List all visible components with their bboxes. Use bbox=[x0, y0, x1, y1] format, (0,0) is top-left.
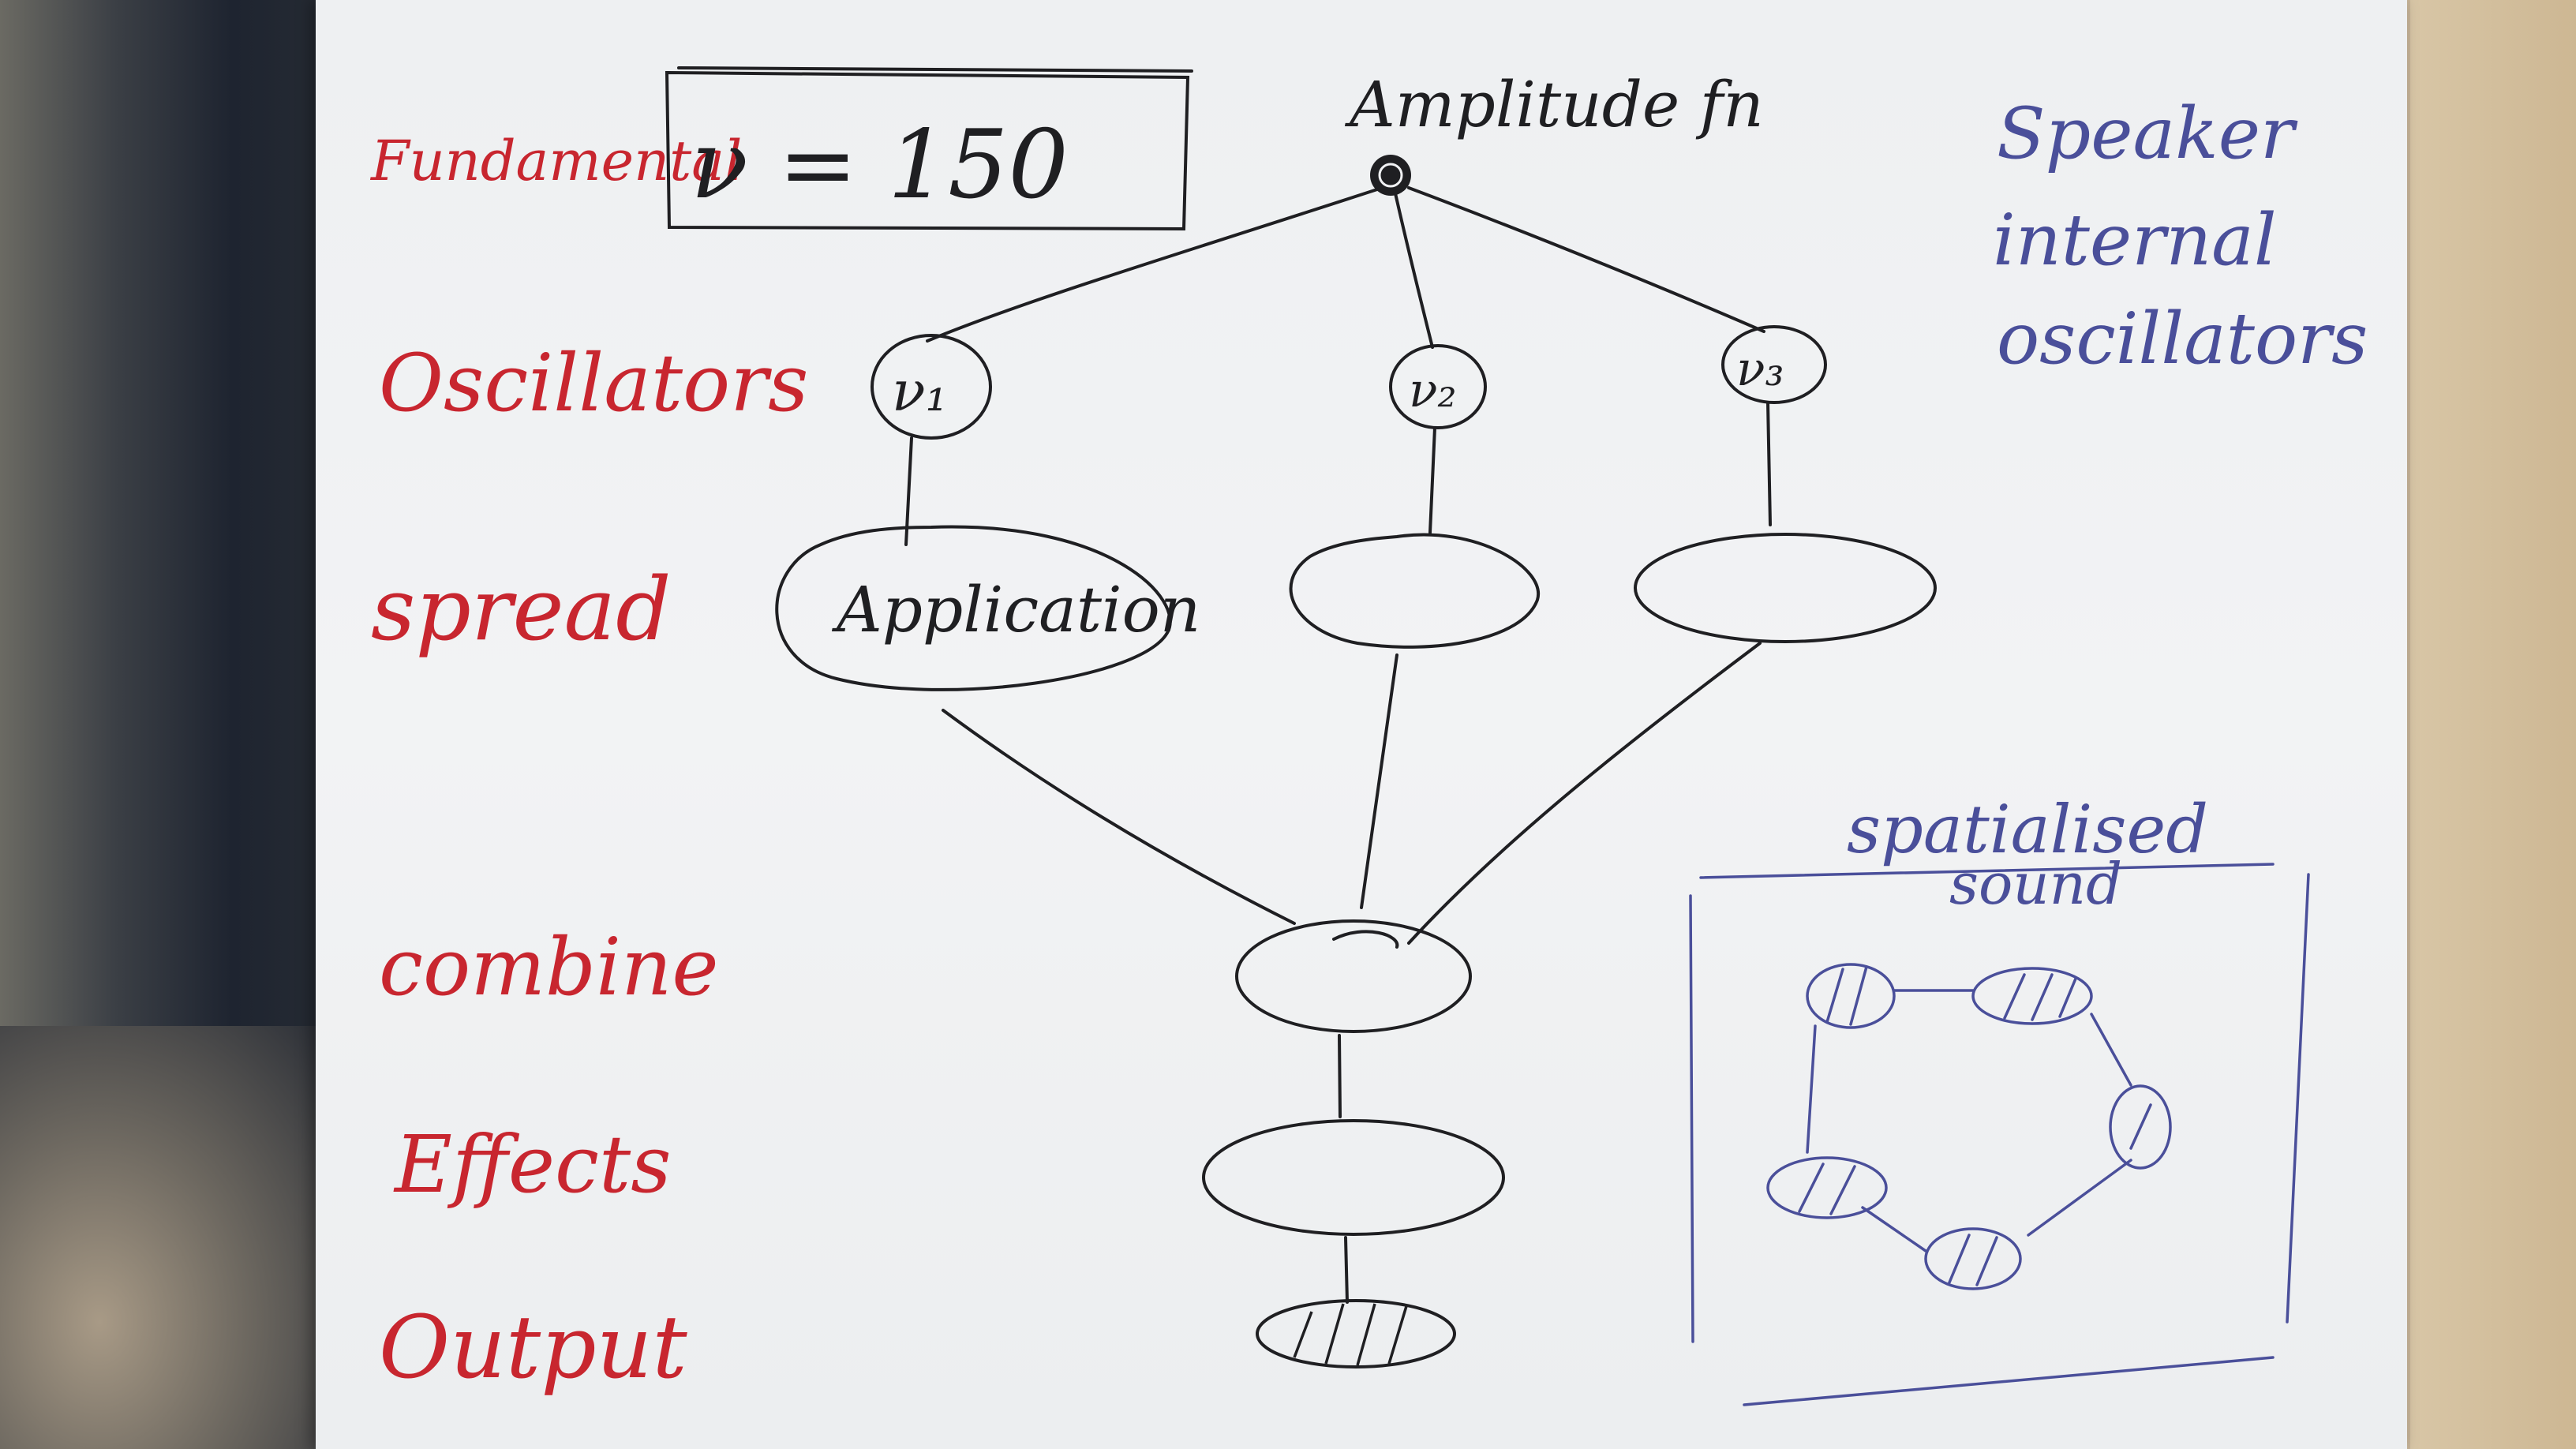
spatialised-right-edge bbox=[2286, 873, 2310, 1324]
oscillator-label-2: ν₂ bbox=[1409, 363, 1457, 418]
oscillator-label-1: ν₁ bbox=[892, 359, 948, 424]
spatialised-title-2: sound bbox=[1949, 851, 2122, 917]
stage-label-effects: Effects bbox=[393, 1118, 672, 1211]
side-note-line-3: oscillators bbox=[1997, 298, 2368, 380]
edge-combine-effects bbox=[1338, 1034, 1342, 1118]
ring-edge-2 bbox=[2090, 1013, 2132, 1087]
side-note-line-1: Speaker bbox=[1997, 92, 2298, 175]
speaker-node-4-outline bbox=[1924, 1227, 2022, 1290]
oscillator-nodes: ν₁ ν₂ ν₃ bbox=[871, 325, 1827, 440]
speaker-node-1 bbox=[1806, 963, 1896, 1029]
speaker-node-5 bbox=[1766, 1156, 1888, 1219]
edge-spread2-combine bbox=[1360, 653, 1398, 909]
speaker-hatch bbox=[2129, 1103, 2152, 1150]
output-hatch-1 bbox=[1293, 1311, 1313, 1358]
speaker-hatch bbox=[1798, 1163, 1825, 1213]
output-hatch-4 bbox=[1387, 1305, 1408, 1365]
speaker-node-2 bbox=[1971, 967, 2093, 1025]
spread-nodes: Application bbox=[775, 525, 1937, 691]
ring-edge-3 bbox=[2027, 1159, 2132, 1237]
output-node bbox=[1256, 1299, 1456, 1368]
amplitude-label: Amplitude fn bbox=[1344, 68, 1764, 141]
spatialised-left-edge bbox=[1689, 894, 1694, 1343]
speaker-hatch bbox=[1825, 968, 1844, 1024]
ring-edge-4 bbox=[1861, 1206, 1927, 1252]
speaker-node-3 bbox=[2109, 1084, 2172, 1170]
edge-osc2-spread2 bbox=[1428, 426, 1436, 534]
spread-node-3 bbox=[1634, 533, 1937, 643]
output-node-outline bbox=[1256, 1299, 1456, 1368]
speaker-hatch bbox=[1975, 1236, 1998, 1286]
edge-spread1-combine bbox=[942, 709, 1296, 925]
spatialised-bottom-edge bbox=[1743, 1356, 2275, 1406]
speaker-node-1-outline bbox=[1806, 963, 1896, 1029]
edge-osc3-spread3 bbox=[1766, 401, 1772, 526]
edge-spread3-combine bbox=[1407, 642, 1762, 945]
speaker-node-2-outline bbox=[1971, 967, 2093, 1025]
edges-spread-to-combine bbox=[942, 642, 1762, 945]
stage-label-spread: spread bbox=[371, 559, 672, 660]
stage-labels: Fundamental Oscillators spread combine E… bbox=[369, 129, 808, 1398]
stage-label-combine: combine bbox=[379, 921, 719, 1013]
speaker-hatch bbox=[1948, 1234, 1971, 1284]
output-hatch-3 bbox=[1356, 1303, 1376, 1366]
spread-label-1: Application bbox=[831, 573, 1200, 646]
side-note: Speaker internal oscillators bbox=[1993, 92, 2368, 380]
edges-oscillators-to-spread bbox=[904, 401, 1772, 546]
diagram-canvas: Fundamental Oscillators spread combine E… bbox=[369, 66, 2368, 1406]
combine-node-scribble bbox=[1332, 930, 1399, 949]
oscillator-label-3: ν₃ bbox=[1736, 342, 1784, 397]
fundamental-value: ν = 150 bbox=[691, 110, 1069, 220]
output-hatch-2 bbox=[1324, 1303, 1345, 1365]
speaker-hatch bbox=[2031, 973, 2054, 1021]
speaker-hatch bbox=[1849, 965, 1868, 1026]
combine-node bbox=[1235, 919, 1472, 1033]
stage-label-fundamental: Fundamental bbox=[369, 129, 742, 193]
speaker-hatch bbox=[1829, 1165, 1856, 1215]
spread-node-2 bbox=[1289, 533, 1541, 649]
effects-node bbox=[1202, 1119, 1505, 1236]
spatialised-panel: spatialised sound bbox=[1689, 791, 2310, 1406]
edge-root-osc3 bbox=[1407, 186, 1765, 333]
speaker-hatch bbox=[2058, 977, 2077, 1018]
side-note-line-2: internal bbox=[1993, 199, 2277, 282]
edge-effects-output bbox=[1344, 1236, 1349, 1304]
stage-label-oscillators: Oscillators bbox=[379, 337, 808, 429]
ring-edge-5 bbox=[1806, 1024, 1817, 1154]
speaker-hatch bbox=[2003, 973, 2026, 1020]
speaker-node-5-outline bbox=[1766, 1156, 1888, 1219]
fundamental-box-edge bbox=[677, 66, 1193, 73]
stage-label-output: Output bbox=[379, 1297, 687, 1398]
fundamental-box: ν = 150 bbox=[665, 66, 1193, 231]
edge-root-osc2 bbox=[1394, 192, 1434, 349]
speaker-node-4 bbox=[1924, 1227, 2022, 1290]
